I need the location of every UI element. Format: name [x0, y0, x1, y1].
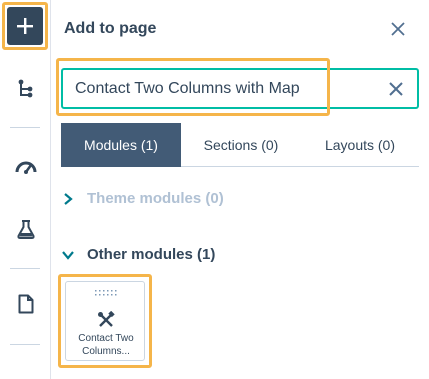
clear-icon — [389, 82, 403, 96]
tab-layouts[interactable]: Layouts (0) — [301, 123, 419, 167]
gauge-icon — [15, 161, 36, 174]
chevron-down-icon — [61, 248, 75, 262]
theme-modules-toggle[interactable]: Theme modules (0) — [61, 190, 224, 207]
close-button[interactable] — [389, 20, 407, 38]
search-highlight — [56, 58, 330, 116]
add-button-highlight — [2, 2, 48, 50]
module-highlight — [58, 274, 152, 368]
tabs: Modules (1) Sections (0) Layouts (0) — [61, 123, 419, 167]
page-icon — [18, 294, 33, 314]
add-to-page-panel: Add to page Modules (1) Sections (0) Lay… — [51, 0, 429, 379]
clear-search-button[interactable] — [387, 80, 405, 98]
page-button[interactable] — [0, 288, 51, 320]
tree-structure-button[interactable] — [0, 73, 51, 105]
rail-divider — [10, 268, 40, 269]
tab-modules[interactable]: Modules (1) — [61, 123, 181, 167]
rail-divider — [10, 127, 40, 128]
other-modules-toggle[interactable]: Other modules (1) — [61, 246, 215, 263]
add-icon — [17, 18, 33, 34]
theme-modules-label: Theme modules (0) — [87, 190, 224, 207]
chevron-right-icon — [61, 192, 75, 206]
tree-structure-icon — [18, 79, 32, 98]
other-modules-label: Other modules (1) — [87, 246, 216, 263]
add-button[interactable] — [7, 7, 43, 45]
rail-divider — [10, 344, 40, 345]
left-rail — [0, 0, 51, 379]
close-icon — [391, 22, 405, 36]
panel-title: Add to page — [64, 20, 157, 37]
test-button[interactable] — [0, 213, 51, 245]
flask-icon — [16, 220, 35, 239]
tab-sections[interactable]: Sections (0) — [181, 123, 301, 167]
performance-button[interactable] — [0, 150, 51, 182]
